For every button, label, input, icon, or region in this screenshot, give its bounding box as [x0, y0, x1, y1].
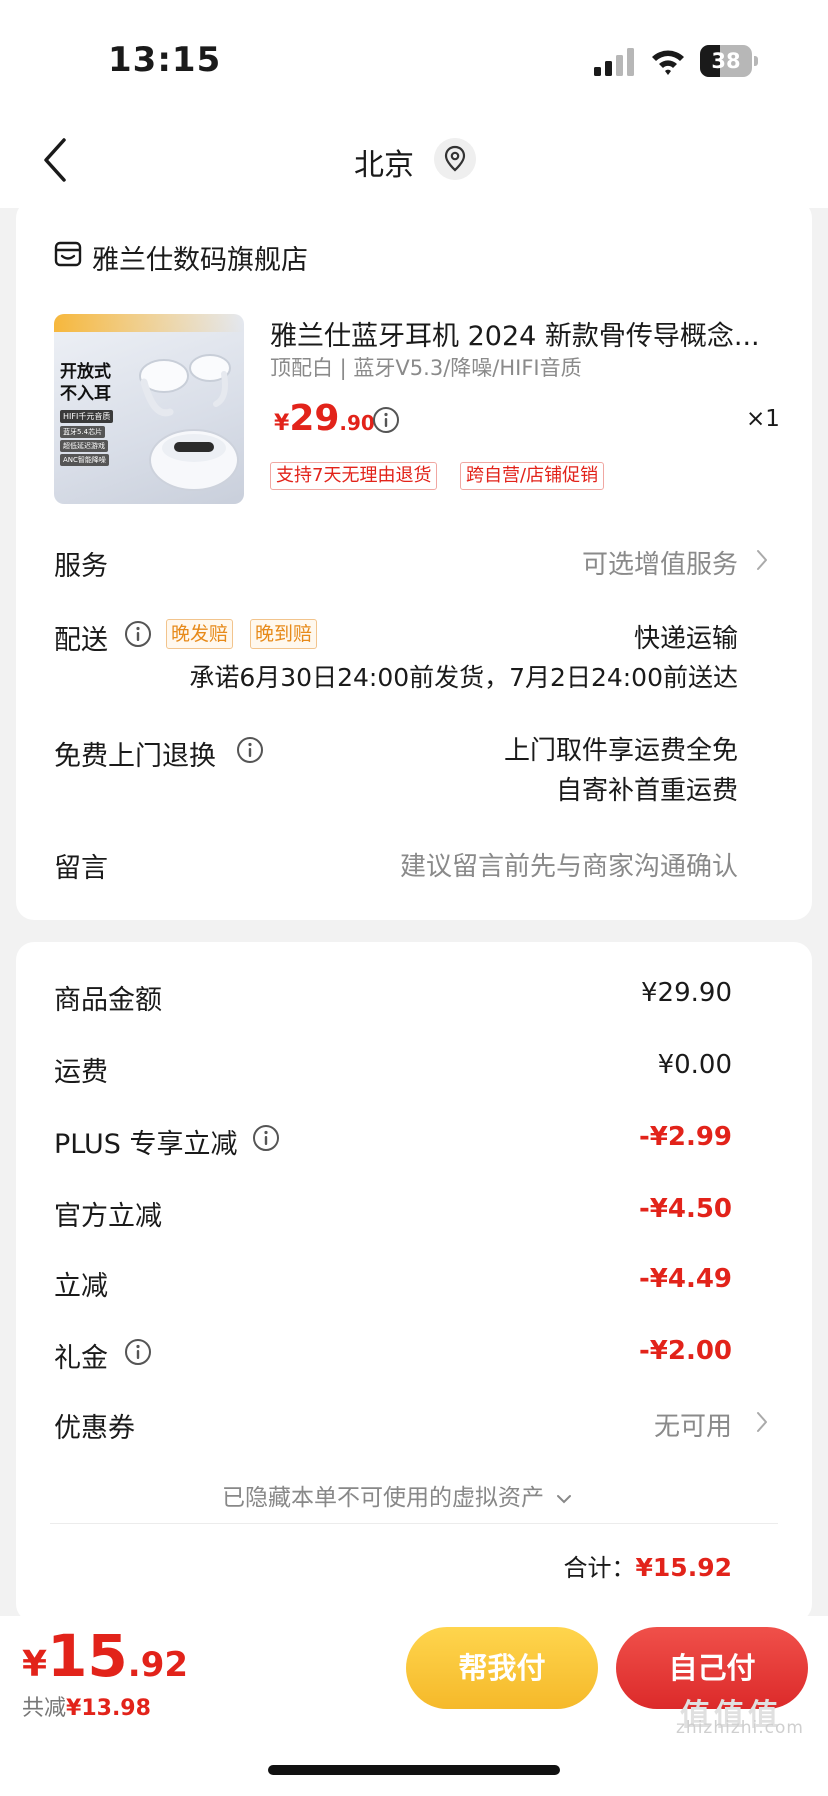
coupon-label: 优惠券	[54, 1413, 135, 1444]
image-brand-strip	[54, 314, 244, 332]
image-bullet: 超低延迟游戏	[60, 440, 108, 452]
shop-name[interactable]: 雅兰仕数码旗舰店	[92, 238, 308, 277]
bottom-total-decimal: .92	[127, 1645, 189, 1685]
product-spec[interactable]: 顶配白 | 蓝牙V5.3/降噪/HIFI音质	[270, 352, 582, 382]
product-price: ¥29.90	[274, 398, 375, 439]
location-pin-icon[interactable]	[434, 138, 476, 180]
bottom-total-symbol: ¥	[22, 1644, 48, 1685]
goods-amount-value: ¥29.90	[641, 978, 732, 1008]
status-time: 13:15	[108, 40, 222, 80]
product-quantity: ×1	[746, 406, 780, 432]
shipping-fee-label: 运费	[54, 1057, 108, 1088]
return-label: 免费上门退换	[54, 741, 216, 772]
chevron-right-icon[interactable]	[755, 1410, 769, 1434]
help-me-pay-button[interactable]: 帮我付	[406, 1627, 598, 1709]
price-decimal: .90	[339, 411, 375, 435]
nav-bar	[0, 120, 828, 208]
service-label: 服务	[54, 551, 108, 582]
delivery-info-icon[interactable]	[124, 620, 152, 648]
cellular-signal-icon	[594, 48, 634, 76]
earbuds-illustration	[139, 354, 239, 491]
official-discount-value: -¥4.50	[638, 1194, 732, 1224]
shipping-fee-value: ¥0.00	[657, 1050, 732, 1080]
watermark-site: zhizhizhi.com	[676, 1718, 804, 1738]
total-value: ¥15.92	[635, 1553, 732, 1582]
image-badge-sub: HIFI千元音质	[60, 410, 114, 423]
coupon-value[interactable]: 无可用	[654, 1406, 732, 1443]
image-bullet: 蓝牙5.4芯片	[60, 426, 106, 438]
shop-icon	[54, 241, 82, 267]
delivery-method[interactable]: 快递运输	[634, 618, 738, 655]
total-label: 合计：	[563, 1554, 636, 1582]
official-discount-label: 官方立减	[54, 1201, 162, 1232]
chevron-down-icon	[557, 1494, 572, 1503]
return-info-icon[interactable]	[236, 736, 264, 764]
goods-amount-label: 商品金额	[54, 985, 162, 1016]
chevron-right-icon[interactable]	[755, 548, 769, 572]
service-value[interactable]: 可选增值服务	[582, 544, 738, 581]
wifi-icon	[652, 50, 684, 75]
gift-info-icon[interactable]	[124, 1338, 152, 1366]
late-ship-compensation-tag: 晚发赔	[166, 619, 234, 649]
price-integer: 29	[289, 398, 340, 439]
battery-level: 38	[711, 49, 741, 73]
image-badge-line1: 开放式	[60, 362, 111, 382]
price-info-icon[interactable]	[372, 406, 400, 434]
saving-value: ¥13.98	[66, 1696, 151, 1721]
gift-money-value: -¥2.00	[638, 1336, 732, 1366]
total-saving: 共减¥13.98	[22, 1690, 151, 1722]
battery-icon: 38	[700, 45, 758, 77]
image-bullet: ANC智能降噪	[60, 454, 109, 466]
delivery-promise: 承诺6月30日24:00前发货，7月2日24:00前送达	[189, 663, 738, 692]
message-label: 留言	[54, 853, 108, 884]
plus-info-icon[interactable]	[252, 1124, 280, 1152]
home-indicator[interactable]	[268, 1765, 560, 1775]
message-input[interactable]: 建议留言前先与商家沟通确认	[400, 846, 738, 883]
back-arrow-icon[interactable]	[40, 136, 70, 184]
hidden-assets-label: 已隐藏本单不可使用的虚拟资产	[222, 1485, 544, 1511]
late-delivery-compensation-tag: 晚到赔	[250, 619, 318, 649]
saving-label: 共减	[22, 1696, 67, 1721]
direct-discount-value: -¥4.49	[638, 1264, 732, 1294]
summary-divider	[50, 1523, 778, 1524]
summary-total: 合计：¥15.92	[564, 1548, 732, 1583]
promotion-tag: 跨自营/店铺促销	[460, 462, 605, 490]
bottom-total-integer: 15	[47, 1622, 128, 1690]
direct-discount-label: 立减	[54, 1271, 108, 1302]
hidden-assets-toggle[interactable]: 已隐藏本单不可使用的虚拟资产	[222, 1478, 573, 1512]
product-title[interactable]: 雅兰仕蓝牙耳机 2024 新款骨传导概念...	[270, 314, 770, 353]
return-line1: 上门取件享运费全免	[503, 736, 738, 766]
bottom-total-price: ¥15.92	[22, 1622, 188, 1690]
product-image[interactable]: 开放式 不入耳 HIFI千元音质 蓝牙5.4芯片 超低延迟游戏 ANC智能降噪	[54, 314, 244, 504]
plus-discount-value: -¥2.99	[638, 1122, 732, 1152]
gift-money-label: 礼金	[54, 1343, 108, 1374]
price-symbol: ¥	[274, 411, 290, 436]
return-policy-tag: 支持7天无理由退货	[270, 462, 438, 490]
plus-discount-label: PLUS 专享立减	[54, 1129, 238, 1160]
image-badge-line2: 不入耳	[60, 384, 111, 404]
return-line2: 自寄补首重运费	[555, 776, 738, 806]
page-title: 北京	[354, 148, 414, 183]
delivery-label: 配送	[54, 625, 108, 656]
